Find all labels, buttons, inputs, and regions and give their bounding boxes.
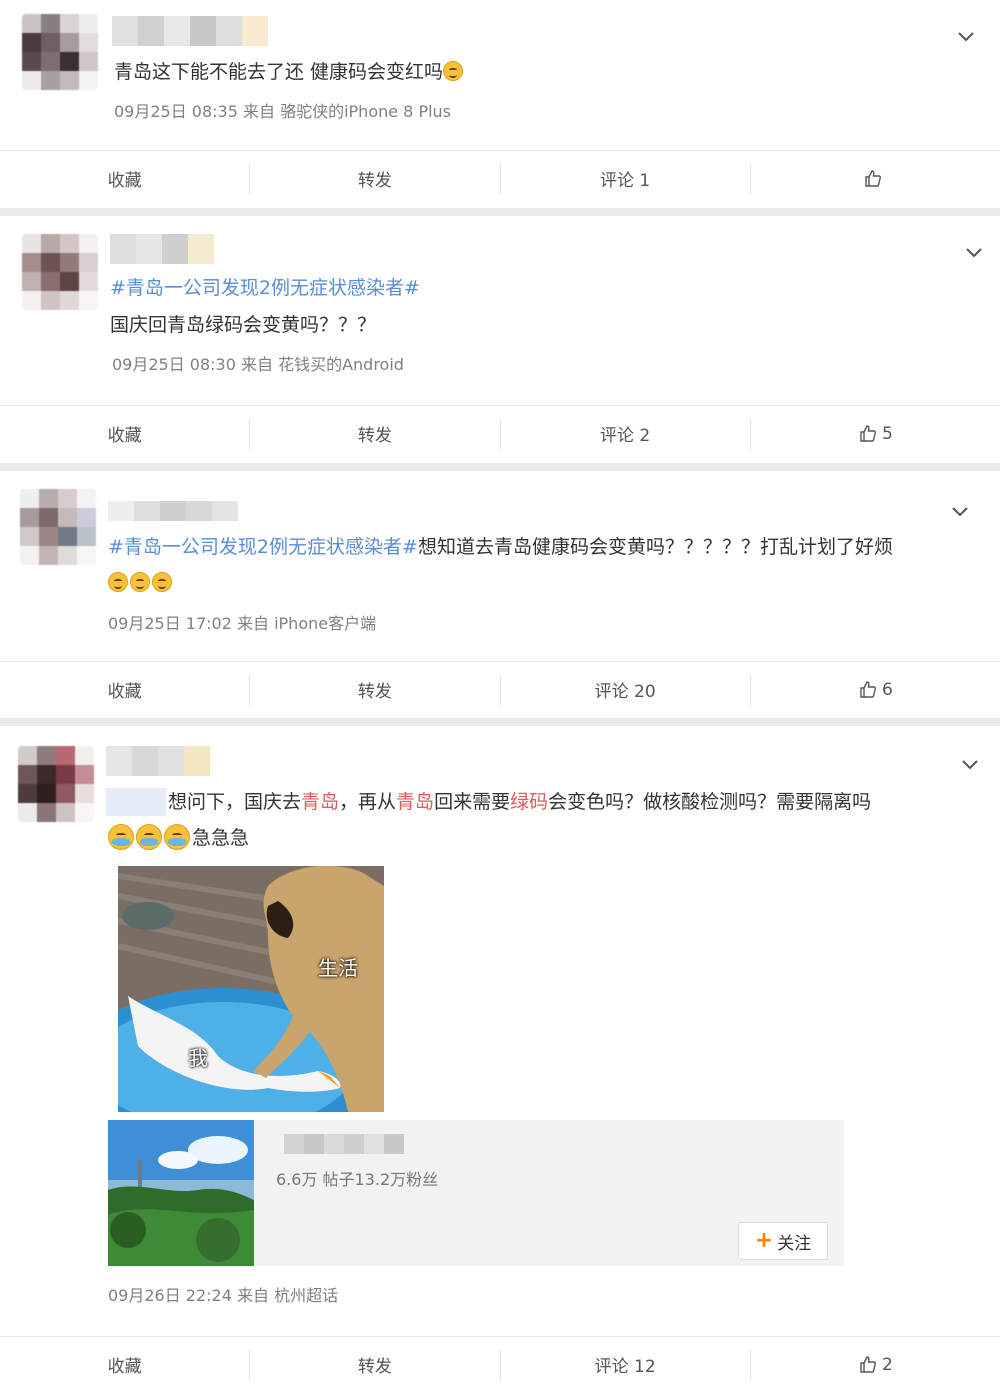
repost-button[interactable]: 转发 <box>250 1352 499 1377</box>
crying-emoji-icon <box>108 824 134 850</box>
thumbs-up-icon <box>858 423 878 445</box>
avatar[interactable] <box>18 746 94 822</box>
post-text: 想问下，国庆去青岛，再从青岛回来需要绿码会变色吗？做核酸检测吗？需要隔离吗 <box>168 791 872 813</box>
avatar[interactable] <box>22 14 98 90</box>
username[interactable] <box>110 234 214 264</box>
post-image[interactable]: 生活 我 <box>118 866 384 1112</box>
post-card: #青岛一公司发现2例无症状感染者#想知道去青岛健康码会变黄吗？？？？？打乱计划了… <box>0 471 1000 718</box>
supertopic-card[interactable]: 6.6万 帖子13.2万粉丝 + 关注 <box>108 1120 844 1266</box>
chevron-down-icon[interactable] <box>964 242 984 262</box>
username[interactable] <box>108 501 238 521</box>
action-bar: 收藏 转发 评论 2 5 <box>0 405 1000 461</box>
emoji-icon <box>108 572 128 592</box>
avatar[interactable] <box>20 489 96 565</box>
thumbs-up-icon <box>863 168 883 190</box>
emoji-icon <box>443 61 464 81</box>
thumbs-up-icon <box>858 679 878 701</box>
follow-button[interactable]: + 关注 <box>738 1222 828 1260</box>
repost-button[interactable]: 转发 <box>250 166 499 191</box>
blurred-mention <box>106 788 166 816</box>
comment-button[interactable]: 评论 1 <box>501 166 750 191</box>
supertopic-image <box>108 1120 254 1266</box>
comment-button[interactable]: 评论 2 <box>501 421 750 446</box>
post-text: 青岛这下能不能去了还 健康码会变红吗 <box>114 58 465 86</box>
post-meta: 09月26日 22:24 来自 杭州超话 <box>108 1286 339 1305</box>
action-bar: 收藏 转发 评论 1 <box>0 150 1000 206</box>
topic-link[interactable]: #青岛一公司发现2例无症状感染者# <box>110 274 420 302</box>
post-meta: 09月25日 17:02 来自 iPhone客户端 <box>108 614 377 633</box>
username[interactable] <box>106 746 210 776</box>
image-caption-bottom: 我 <box>188 1046 208 1070</box>
post-text-line2: 急急急 <box>108 824 249 852</box>
chevron-down-icon[interactable] <box>950 501 970 521</box>
post-meta: 09月25日 08:35 来自 骆驼侠的iPhone 8 Plus <box>114 102 452 121</box>
post-card: 青岛这下能不能去了还 健康码会变红吗 09月25日 08:35 来自 骆驼侠的i… <box>0 0 1000 208</box>
chevron-down-icon[interactable] <box>956 26 976 46</box>
image-caption-top: 生活 <box>318 956 358 980</box>
comment-button[interactable]: 评论 20 <box>501 677 750 702</box>
thumbs-up-icon <box>858 1354 878 1376</box>
supertopic-stats: 6.6万 帖子13.2万粉丝 <box>276 1170 439 1189</box>
comment-button[interactable]: 评论 12 <box>501 1352 750 1377</box>
fav-button[interactable]: 收藏 <box>0 166 249 191</box>
username[interactable] <box>112 16 268 46</box>
repost-button[interactable]: 转发 <box>250 677 499 702</box>
post-text: #青岛一公司发现2例无症状感染者#想知道去青岛健康码会变黄吗？？？？？打乱计划了… <box>108 536 893 558</box>
post-card: #青岛一公司发现2例无症状感染者# 国庆回青岛绿码会变黄吗？？？ 09月25日 … <box>0 216 1000 463</box>
emoji-icon <box>152 572 172 592</box>
fav-button[interactable]: 收藏 <box>0 1352 249 1377</box>
crying-emoji-icon <box>164 824 190 850</box>
repost-button[interactable]: 转发 <box>250 421 499 446</box>
like-button[interactable]: 6 <box>751 679 1000 701</box>
action-bar: 收藏 转发 评论 20 6 <box>0 661 1000 717</box>
fav-button[interactable]: 收藏 <box>0 421 249 446</box>
plus-icon: + <box>754 1228 774 1253</box>
crying-emoji-icon <box>136 824 162 850</box>
emoji-icon <box>130 572 150 592</box>
post-card: 想问下，国庆去青岛，再从青岛回来需要绿码会变色吗？做核酸检测吗？需要隔离吗 急急… <box>0 726 1000 1392</box>
action-bar: 收藏 转发 评论 12 2 <box>0 1336 1000 1392</box>
like-button[interactable] <box>751 168 1000 190</box>
chevron-down-icon[interactable] <box>960 754 980 774</box>
post-meta: 09月25日 08:30 来自 花钱买的Android <box>112 355 404 374</box>
emoji-row <box>108 569 174 597</box>
avatar[interactable] <box>22 234 98 310</box>
like-button[interactable]: 2 <box>751 1354 1000 1376</box>
fav-button[interactable]: 收藏 <box>0 677 249 702</box>
topic-link[interactable]: #青岛一公司发现2例无症状感染者# <box>108 536 418 558</box>
post-text: 国庆回青岛绿码会变黄吗？？？ <box>110 314 377 336</box>
like-button[interactable]: 5 <box>751 423 1000 445</box>
supertopic-name <box>284 1134 404 1154</box>
